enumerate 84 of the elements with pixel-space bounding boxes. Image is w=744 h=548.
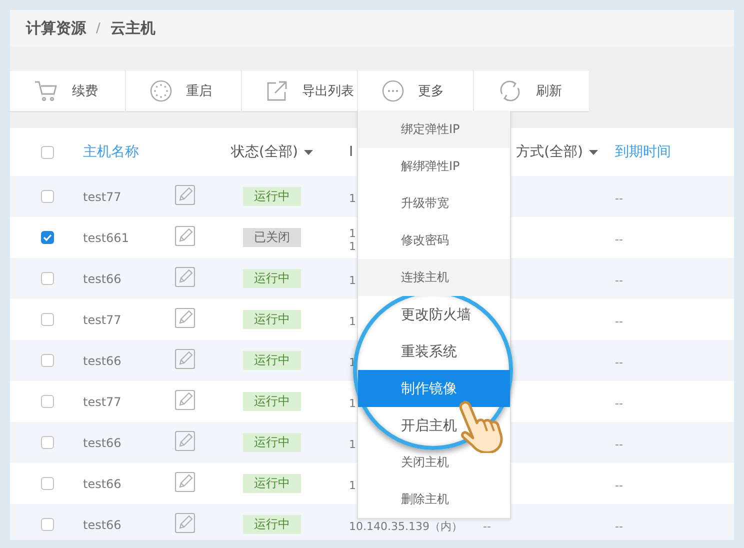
table-cell: -- (615, 315, 623, 328)
ip-address: 1 (349, 274, 356, 287)
checkbox[interactable] (41, 146, 54, 158)
edit-icon[interactable] (175, 512, 195, 532)
ip-address: 1 (349, 315, 356, 328)
checkbox[interactable] (41, 190, 54, 203)
status-badge: 运行中 (243, 351, 301, 370)
refresh-icon (498, 79, 522, 103)
host-name: test77 (83, 394, 122, 408)
caret-icon (589, 150, 598, 154)
edit-icon[interactable] (175, 430, 195, 450)
status-badge: 运行中 (243, 269, 301, 288)
status-badge: 运行中 (243, 515, 301, 534)
checkbox[interactable] (41, 354, 54, 367)
caret-icon (304, 150, 313, 154)
table-cell: -- (615, 356, 623, 369)
menu-item[interactable]: 绑定弹性IP (358, 111, 510, 148)
host-name: test66 (83, 272, 122, 286)
host-name: test77 (83, 312, 122, 326)
host-name: test77 (83, 190, 122, 204)
menu-item[interactable]: 更改防火墙 (358, 296, 510, 333)
menu-item[interactable]: 关闭主机 (358, 444, 510, 481)
toolbar-button[interactable]: 续费 (10, 71, 125, 111)
table-cell: -- (615, 233, 623, 246)
edit-icon[interactable] (175, 266, 195, 286)
checkbox[interactable] (41, 518, 54, 531)
table-cell: -- (615, 438, 623, 451)
table-cell: -- (615, 520, 623, 533)
menu-item[interactable]: 修改密码 (358, 222, 510, 259)
menu-item[interactable]: 制作镜像 (358, 370, 510, 407)
more-icon (382, 80, 404, 102)
edit-icon[interactable] (175, 390, 195, 410)
breadcrumb-item[interactable]: 计算资源 (26, 19, 86, 38)
status-badge: 运行中 (243, 433, 301, 452)
ip-address: 1 (349, 438, 356, 451)
checkbox[interactable] (41, 231, 54, 244)
breadcrumb-separator: / (96, 21, 100, 36)
status-badge: 已关闭 (243, 228, 301, 247)
table-cell: -- (483, 520, 491, 533)
status-badge: 运行中 (243, 474, 301, 493)
checkbox[interactable] (41, 477, 54, 490)
menu-item[interactable]: 连接主机 (358, 259, 510, 296)
ip-address: 1 1 (349, 227, 356, 253)
menu-item[interactable]: 删除主机 (358, 481, 510, 518)
host-name: test661 (83, 230, 130, 244)
toolbar-button[interactable]: 刷新 (474, 71, 589, 111)
status-badge: 运行中 (243, 310, 301, 329)
host-name: test66 (83, 518, 122, 532)
host-name: test66 (83, 354, 122, 368)
edit-icon[interactable] (175, 348, 195, 368)
column-header[interactable]: 方式(全部) (516, 143, 598, 161)
column-header[interactable]: 状态(全部) (200, 143, 344, 161)
ip-address: 1 (349, 397, 356, 410)
ip-address: 1 (349, 192, 356, 205)
edit-icon[interactable] (175, 472, 195, 492)
table-cell: -- (615, 397, 623, 410)
edit-icon[interactable] (175, 308, 195, 328)
host-name: test66 (83, 476, 122, 490)
toolbar-button[interactable]: 更多 (358, 71, 473, 111)
table-cell: -- (615, 479, 623, 492)
status-badge: 运行中 (243, 392, 301, 411)
menu-item[interactable]: 升级带宽 (358, 185, 510, 222)
status-badge: 运行中 (243, 187, 301, 206)
toolbar-button[interactable]: 导出列表 (242, 71, 357, 111)
table-cell: -- (615, 274, 623, 287)
menu-item[interactable]: 重装系统 (358, 333, 510, 370)
export-icon (266, 80, 288, 102)
checkbox[interactable] (41, 272, 54, 285)
edit-icon[interactable] (175, 184, 195, 204)
menu-item[interactable]: 解绑弹性IP (358, 148, 510, 185)
dotted-circle-icon (150, 80, 172, 102)
edit-icon[interactable] (175, 226, 195, 246)
table-cell: -- (615, 192, 623, 205)
toolbar-button[interactable]: 重启 (126, 71, 241, 111)
ip-address: 1 (349, 479, 356, 492)
checkbox[interactable] (41, 313, 54, 326)
host-name: test66 (83, 436, 122, 450)
checkbox[interactable] (41, 395, 54, 408)
column-header: I (348, 144, 354, 160)
breadcrumb-item: 云主机 (110, 19, 156, 38)
menu-item[interactable]: 开启主机 (358, 407, 510, 444)
ip-address: 10.140.35.139（内） (349, 520, 462, 533)
cart-icon (34, 80, 58, 102)
checkbox[interactable] (41, 436, 54, 449)
